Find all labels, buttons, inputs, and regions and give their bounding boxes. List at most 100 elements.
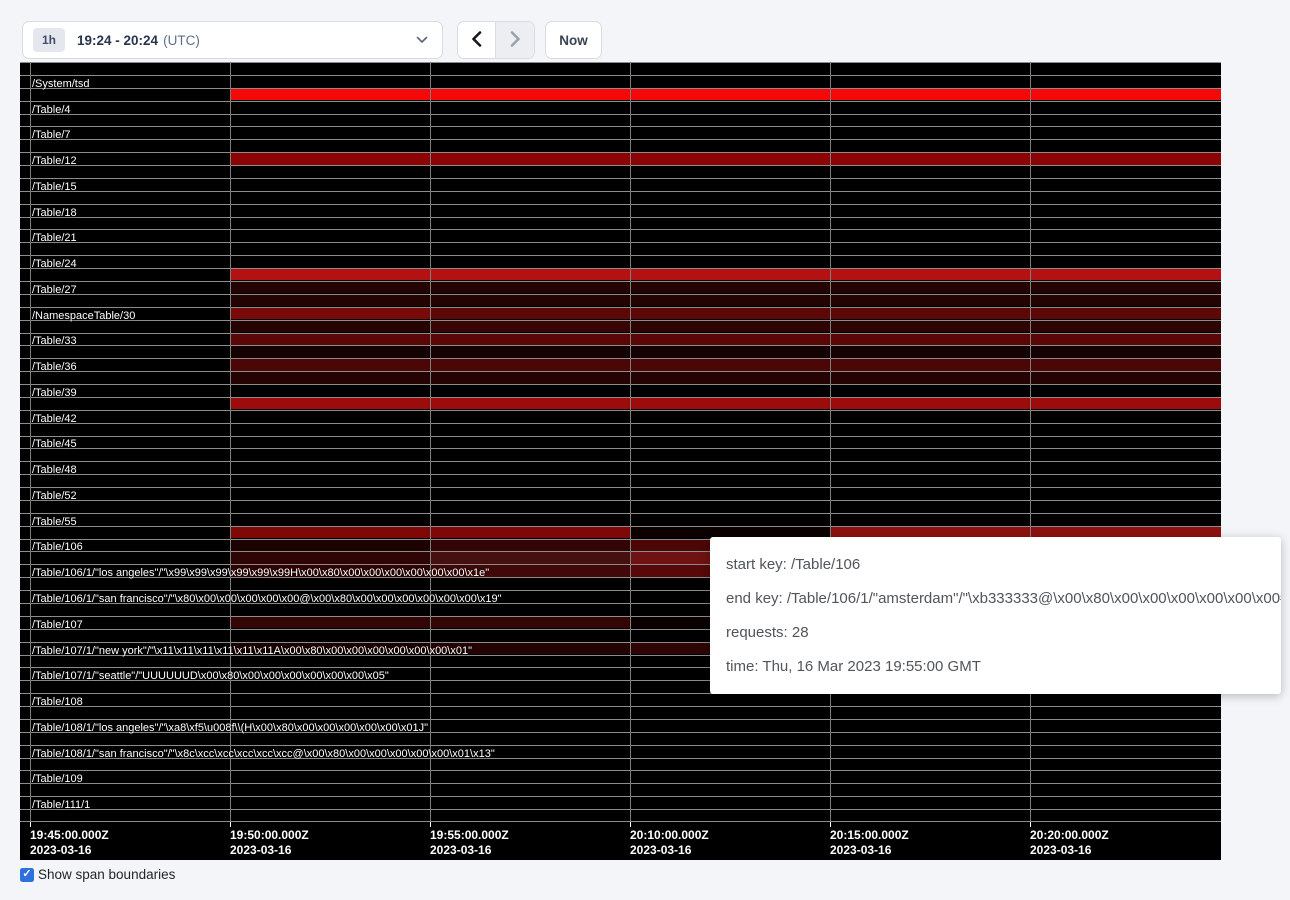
span-boundary-line	[20, 255, 1221, 256]
grid-vline	[30, 62, 31, 822]
span-boundary-line	[20, 719, 1221, 720]
x-axis: 19:45:00.000Z 2023-03-16 19:50:00.000Z 20…	[20, 822, 1221, 860]
x-axis-tick-label: 20:10:00.000Z 2023-03-16	[630, 828, 709, 858]
heat-band[interactable]	[230, 282, 1221, 293]
span-boundary-line	[20, 796, 1221, 797]
chevron-left-icon	[471, 31, 482, 50]
span-boundary-line	[20, 101, 1221, 102]
span-boundary-line	[20, 770, 1221, 771]
span-boundary-line	[20, 809, 1221, 810]
span-label: /Table/12	[32, 155, 77, 168]
span-boundary-line	[20, 410, 1221, 411]
span-boundary-line	[20, 165, 1221, 166]
heat-band[interactable]	[430, 552, 630, 563]
span-boundary-line	[20, 371, 1221, 372]
span-boundary-line	[20, 281, 1221, 282]
span-label: /Table/109	[32, 773, 83, 786]
span-label: /Table/111/1	[32, 799, 90, 812]
span-label: /Table/106/1/"san francisco"/"\x80\x00\x…	[32, 593, 502, 606]
span-label: /Table/18	[32, 207, 77, 220]
grid-vline	[1030, 62, 1031, 822]
next-time-button[interactable]	[496, 22, 534, 58]
span-label: /Table/24	[32, 258, 77, 271]
heatmap-area[interactable]: /System/tsd/Table/4/Table/7/Table/12/Tab…	[20, 62, 1221, 822]
span-boundary-line	[20, 706, 1221, 707]
span-boundary-line	[20, 474, 1221, 475]
chevron-down-icon	[416, 36, 428, 44]
x-axis-tick-label: 20:15:00.000Z 2023-03-16	[830, 828, 909, 858]
show-span-boundaries-checkbox[interactable]: ✓	[20, 868, 34, 882]
time-nav-group	[457, 21, 535, 59]
x-axis-tick-mark	[430, 822, 431, 827]
heat-band[interactable]	[230, 346, 1221, 357]
span-boundary-line	[20, 333, 1221, 334]
key-visualizer-canvas[interactable]: /System/tsd/Table/4/Table/7/Table/12/Tab…	[20, 62, 1221, 860]
show-span-boundaries-toggle[interactable]: ✓ Show span boundaries	[20, 867, 175, 882]
show-span-boundaries-label: Show span boundaries	[38, 867, 175, 882]
checkbox-check-icon: ✓	[22, 869, 31, 880]
span-boundary-line	[20, 487, 1221, 488]
span-boundary-line	[20, 217, 1221, 218]
span-boundary-line	[20, 229, 1221, 230]
heat-band[interactable]	[630, 321, 1221, 332]
span-label: /Table/4	[32, 104, 71, 117]
span-label: /NamespaceTable/30	[32, 310, 135, 323]
tooltip-end-key: end key: /Table/106/1/"amsterdam"/"\xb33…	[726, 582, 1265, 616]
heat-band[interactable]	[430, 308, 1221, 319]
heat-band[interactable]	[230, 89, 1221, 100]
heat-band[interactable]	[230, 295, 1221, 306]
toolbar: 1h 19:24 - 20:24 (UTC) Now	[0, 0, 1290, 62]
hover-tooltip: start key: /Table/106 end key: /Table/10…	[710, 537, 1281, 694]
x-axis-tick-mark	[30, 822, 31, 827]
span-label: /Table/55	[32, 516, 77, 529]
heat-band[interactable]	[230, 552, 430, 563]
span-boundary-line	[20, 436, 1221, 437]
span-boundary-line	[20, 821, 1221, 822]
heat-band[interactable]	[230, 359, 1221, 370]
heat-band[interactable]	[230, 372, 1221, 383]
span-boundary-line	[20, 178, 1221, 179]
x-axis-tick-label: 19:55:00.000Z 2023-03-16	[430, 828, 509, 858]
span-label: /Table/106/1/"los angeles"/"\x99\x99\x99…	[32, 567, 489, 580]
heat-band[interactable]	[230, 540, 430, 551]
span-boundary-line	[20, 397, 1221, 398]
now-button[interactable]: Now	[545, 21, 602, 59]
heat-band[interactable]	[230, 334, 1221, 345]
span-label: /Table/48	[32, 464, 77, 477]
prev-time-button[interactable]	[458, 22, 496, 58]
time-range-selector[interactable]: 1h 19:24 - 20:24 (UTC)	[22, 21, 443, 59]
span-boundary-line	[20, 268, 1221, 269]
span-boundary-line	[20, 448, 1221, 449]
span-boundary-line	[20, 152, 1221, 153]
span-label: /Table/106	[32, 541, 83, 554]
heat-band[interactable]	[430, 321, 630, 332]
heat-band[interactable]	[430, 540, 630, 551]
x-axis-tick-label: 20:20:00.000Z 2023-03-16	[1030, 828, 1109, 858]
span-label: /Table/21	[32, 232, 77, 245]
x-axis-tick-label: 19:50:00.000Z 2023-03-16	[230, 828, 309, 858]
tooltip-time: time: Thu, 16 Mar 2023 19:55:00 GMT	[726, 650, 1265, 684]
heat-band[interactable]	[230, 269, 1221, 280]
span-boundary-line	[20, 513, 1221, 514]
heat-band[interactable]	[230, 153, 1221, 164]
span-boundary-line	[20, 139, 1221, 140]
span-boundary-line	[20, 461, 1221, 462]
span-boundary-line	[20, 88, 1221, 89]
heat-band[interactable]	[230, 321, 430, 332]
span-boundary-line	[20, 783, 1221, 784]
x-axis-tick-label: 19:45:00.000Z 2023-03-16	[30, 828, 109, 858]
heat-band[interactable]	[230, 398, 1221, 409]
time-range-label: 19:24 - 20:24	[77, 33, 158, 48]
heat-band[interactable]	[230, 308, 430, 319]
chevron-right-icon	[510, 31, 521, 50]
span-label: /Table/36	[32, 361, 77, 374]
span-boundary-line	[20, 242, 1221, 243]
span-boundary-line	[20, 75, 1221, 76]
span-label: /Table/39	[32, 387, 77, 400]
span-label: /Table/108/1/"los angeles"/"\xa8\xf5\u00…	[32, 722, 428, 735]
span-label: /Table/108/1/"san francisco"/"\x8c\xcc\x…	[32, 748, 495, 761]
x-axis-tick-mark	[230, 822, 231, 827]
span-boundary-line	[20, 500, 1221, 501]
span-boundary-line	[20, 294, 1221, 295]
span-boundary-line	[20, 126, 1221, 127]
